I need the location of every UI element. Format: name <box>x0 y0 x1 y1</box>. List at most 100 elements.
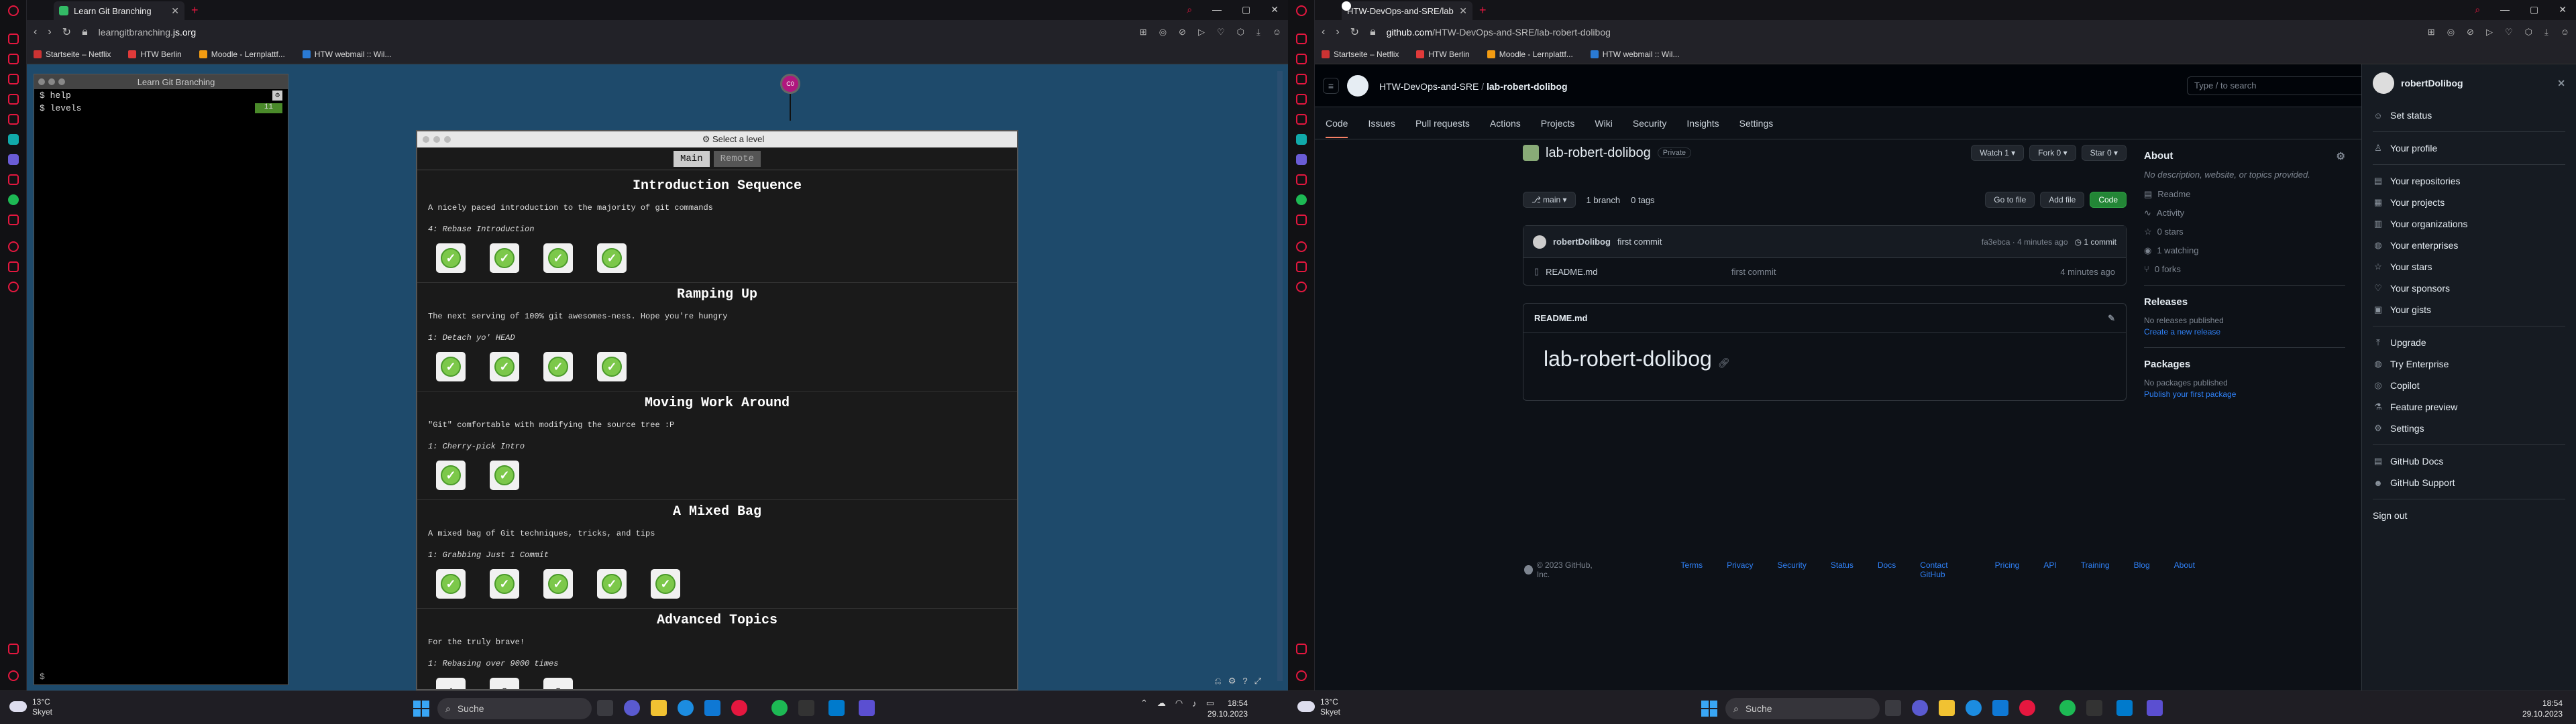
level-button[interactable]: ✓ <box>597 243 627 273</box>
taskbar-search[interactable]: ⌕ Suche <box>1725 698 1880 719</box>
weather-widget[interactable]: 13°C Skyet <box>9 697 52 717</box>
spotify-icon[interactable] <box>771 700 788 716</box>
footer-link[interactable]: Docs <box>1878 560 1896 579</box>
instagram-icon[interactable] <box>8 114 19 125</box>
edge-icon[interactable] <box>678 700 694 716</box>
more-icon[interactable] <box>8 670 19 681</box>
close-window-icon[interactable]: ✕ <box>2559 4 2567 15</box>
footer-link[interactable]: About <box>2174 560 2195 579</box>
footer-link[interactable]: Privacy <box>1727 560 1753 579</box>
level-button[interactable]: ✓ <box>543 352 573 381</box>
spotify-icon[interactable] <box>8 194 19 205</box>
profile-icon[interactable]: ☺ <box>1273 27 1281 38</box>
new-tab-icon[interactable]: + <box>1479 3 1487 17</box>
messenger-icon[interactable] <box>8 174 19 185</box>
player-icon[interactable] <box>1296 215 1307 225</box>
close-dot-icon[interactable] <box>423 136 429 143</box>
level-button[interactable]: ✓ <box>490 243 519 273</box>
publish-package-link[interactable]: Publish your first package <box>2144 389 2345 399</box>
min-dot-icon[interactable] <box>433 136 440 143</box>
taskbar-search[interactable]: ⌕ Suche <box>437 698 592 719</box>
level-button[interactable]: ✓ <box>490 352 519 381</box>
cube-icon[interactable] <box>1296 261 1307 272</box>
tab-remote[interactable]: Remote <box>713 150 761 167</box>
create-release-link[interactable]: Create a new release <box>2144 327 2345 337</box>
maximize-icon[interactable]: ▢ <box>1242 4 1250 15</box>
start-button[interactable] <box>413 701 429 717</box>
chat-icon[interactable] <box>8 134 19 145</box>
terminal-icon[interactable] <box>2086 700 2102 716</box>
watch-button[interactable]: Watch 1 ▾ <box>1971 145 2025 161</box>
spotify-icon[interactable] <box>2059 700 2076 716</box>
search-tabs-icon[interactable]: ⌕ <box>2475 4 2480 15</box>
activity-link[interactable]: ∿ Activity <box>2144 208 2345 219</box>
fork-button[interactable]: Fork 0 ▾ <box>2029 145 2076 161</box>
commit-author[interactable]: robertDolibog <box>1553 237 1611 247</box>
tab-issues[interactable]: Issues <box>1368 118 1395 129</box>
org-link[interactable]: HTW-DevOps-and-SRE <box>1379 81 1479 92</box>
lock-icon[interactable]: 🔒︎ <box>1370 26 1376 38</box>
bookmark-webmail[interactable]: HTW webmail :: Wil... <box>302 50 391 59</box>
chat-icon[interactable] <box>1296 134 1307 145</box>
discord-icon[interactable] <box>8 94 19 105</box>
add-file-button[interactable]: Add file <box>2040 192 2085 208</box>
level-button[interactable]: ✓ <box>490 461 519 490</box>
extensions-icon[interactable]: ⬡ <box>2525 27 2532 38</box>
terminal-icon[interactable] <box>798 700 814 716</box>
settings-icon[interactable] <box>1296 282 1307 292</box>
menu-copilot[interactable]: ◎ Copilot <box>2373 375 2565 396</box>
gx-corner-icon[interactable] <box>1296 54 1307 64</box>
commit-node[interactable]: C0 <box>780 74 800 94</box>
tab-learn-git[interactable]: Learn Git Branching ✕ <box>54 1 184 20</box>
max-dot-icon[interactable] <box>58 78 65 85</box>
bookmark-webmail[interactable]: HTW webmail :: Wil... <box>1590 50 1679 59</box>
player-icon[interactable] <box>8 215 19 225</box>
search-tabs-icon[interactable]: ⌕ <box>1187 4 1192 15</box>
opera-logo-icon[interactable] <box>1296 5 1307 16</box>
menu-projects[interactable]: ▦ Your projects <box>2373 192 2565 213</box>
footer-link[interactable]: Training <box>2081 560 2110 579</box>
menu-set-status[interactable]: ☺ Set status <box>2373 105 2565 126</box>
new-tab-icon[interactable]: + <box>191 3 199 17</box>
jetbrains-icon[interactable] <box>2147 700 2163 716</box>
menu-repositories[interactable]: ▤ Your repositories <box>2373 170 2565 192</box>
bookmark-htw[interactable]: HTW Berlin <box>128 50 182 59</box>
menu-feature-preview[interactable]: ⚗ Feature preview <box>2373 396 2565 418</box>
menu-stars[interactable]: ☆ Your stars <box>2373 256 2565 278</box>
wallet-icon[interactable] <box>8 644 19 654</box>
menu-sponsors[interactable]: ♡ Your sponsors <box>2373 278 2565 299</box>
level-button[interactable]: ✓ <box>543 243 573 273</box>
file-row[interactable]: ▯ README.md first commit 4 minutes ago <box>1523 258 2126 285</box>
start-button[interactable] <box>1701 701 1717 717</box>
store-icon[interactable] <box>1992 700 2008 716</box>
store-icon[interactable] <box>704 700 720 716</box>
level-button[interactable]: ✓ <box>436 243 466 273</box>
search-input[interactable]: Type / to search <box>2187 76 2388 95</box>
clock[interactable]: 18:54 29.10.2023 <box>2522 698 2563 719</box>
edge-icon[interactable] <box>1966 700 1982 716</box>
reload-icon[interactable]: ↻ <box>1350 25 1359 39</box>
gear-icon[interactable]: ⚙ <box>2337 150 2345 162</box>
close-tab-icon[interactable]: ✕ <box>171 5 179 17</box>
tab-search-icon[interactable]: ⊞ <box>2428 27 2435 38</box>
opera-gx-icon[interactable] <box>731 700 747 716</box>
tab-code[interactable]: Code <box>1326 118 1348 138</box>
adblock-icon[interactable]: ⊘ <box>1179 27 1186 38</box>
repo-link[interactable]: lab-robert-dolibog <box>1487 81 1568 92</box>
reload-icon[interactable]: ↻ <box>62 25 71 39</box>
file-explorer-icon[interactable] <box>651 700 667 716</box>
footer-link[interactable]: Security <box>1777 560 1806 579</box>
level-button[interactable]: 1 <box>436 678 466 689</box>
forward-icon[interactable]: › <box>1336 26 1339 38</box>
app-icon[interactable] <box>8 154 19 165</box>
stars-link[interactable]: ☆ 0 stars <box>2144 227 2345 237</box>
download-icon[interactable]: ⤓ <box>2544 27 2548 38</box>
tab-search-icon[interactable]: ⊞ <box>1140 27 1147 38</box>
home-icon[interactable] <box>1296 34 1307 44</box>
menu-sign-out[interactable]: Sign out <box>2373 505 2565 526</box>
watching-link[interactable]: ◉ 1 watching <box>2144 245 2345 256</box>
bookmark-icon[interactable]: ♡ <box>2505 27 2513 38</box>
opera-logo-icon[interactable] <box>8 5 19 16</box>
level-button[interactable]: 2 <box>490 678 519 689</box>
tab-main[interactable]: Main <box>673 150 710 167</box>
